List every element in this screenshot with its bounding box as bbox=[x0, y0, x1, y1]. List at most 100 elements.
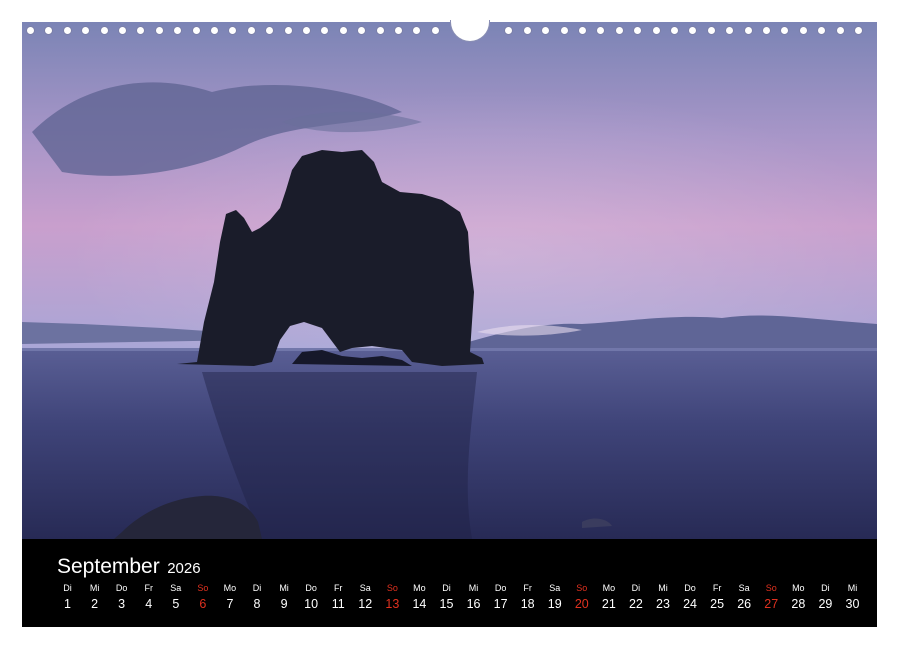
weekday-label: Di bbox=[63, 583, 72, 593]
weekday-label: Mi bbox=[468, 583, 479, 593]
binding-hole bbox=[670, 26, 679, 35]
day-number: 7 bbox=[226, 597, 234, 611]
weekday-label: Do bbox=[305, 583, 317, 593]
binding-hole bbox=[430, 26, 440, 35]
weekday-label: Do bbox=[684, 583, 696, 593]
weekday-label: Fr bbox=[523, 583, 532, 593]
binding-hole bbox=[320, 26, 330, 35]
weekday-label: Do bbox=[494, 583, 507, 593]
day-cell: Do 17 bbox=[487, 581, 514, 613]
day-cell: Do 3 bbox=[108, 581, 135, 613]
calendar-strip: September 2026 Di 1 Mi 2 Do 3 Fr 4 Sa 5 So 6 Mo 7 Di 8 M… bbox=[22, 539, 877, 627]
binding-hole bbox=[191, 26, 201, 35]
day-number: 10 bbox=[304, 597, 319, 611]
day-cell: Fr 25 bbox=[704, 581, 731, 613]
landscape-photo bbox=[22, 22, 877, 539]
spiral-binding bbox=[22, 20, 877, 42]
binding-hole bbox=[614, 26, 624, 35]
binding-hole bbox=[394, 26, 403, 35]
day-number: 11 bbox=[331, 597, 345, 611]
binding-hole bbox=[743, 26, 753, 35]
month-title: September 2026 bbox=[57, 555, 201, 579]
day-number: 5 bbox=[172, 597, 180, 611]
binding-hole bbox=[246, 26, 256, 35]
day-number: 8 bbox=[253, 597, 261, 611]
weekday-label: Sa bbox=[359, 583, 371, 593]
binding-hole bbox=[210, 26, 219, 35]
day-cell: Mi 9 bbox=[271, 581, 298, 613]
day-number: 9 bbox=[280, 597, 288, 611]
day-cell: Di 22 bbox=[622, 581, 649, 613]
weekday-label: Fr bbox=[712, 583, 722, 593]
day-cell: So 13 bbox=[379, 581, 406, 613]
day-cell: Di 8 bbox=[243, 581, 270, 613]
day-number: 21 bbox=[601, 597, 616, 611]
day-number: 19 bbox=[547, 597, 562, 611]
day-cell: Mi 2 bbox=[81, 581, 108, 613]
day-cell: Mi 16 bbox=[460, 581, 487, 613]
binding-hole bbox=[762, 26, 771, 35]
weekday-label: Mi bbox=[279, 583, 289, 593]
day-cell: Mo 21 bbox=[595, 581, 622, 613]
weekday-label: Di bbox=[631, 583, 641, 593]
binding-hole bbox=[375, 26, 385, 35]
binding-hole bbox=[118, 26, 127, 35]
binding-hole bbox=[504, 26, 514, 35]
binding-hole bbox=[633, 26, 643, 35]
binding-hole bbox=[228, 26, 238, 35]
binding-hole bbox=[798, 26, 808, 35]
binding-hole bbox=[338, 26, 348, 35]
weekday-label: Di bbox=[252, 583, 262, 593]
binding-hole bbox=[81, 26, 91, 35]
hanging-notch bbox=[450, 20, 490, 42]
day-number: 27 bbox=[764, 597, 779, 611]
binding-hole bbox=[357, 26, 367, 35]
weekday-label: So bbox=[576, 583, 588, 593]
day-number: 18 bbox=[520, 597, 535, 611]
weekday-label: So bbox=[197, 583, 209, 593]
binding-hole bbox=[817, 26, 827, 35]
day-number: 23 bbox=[656, 597, 670, 611]
binding-hole bbox=[651, 26, 661, 35]
binding-hole bbox=[559, 26, 569, 35]
day-number: 17 bbox=[493, 597, 508, 611]
day-cell: Mo 28 bbox=[785, 581, 812, 613]
day-number: 14 bbox=[412, 597, 427, 611]
day-number: 12 bbox=[358, 597, 373, 611]
day-cell: Sa 5 bbox=[162, 581, 189, 613]
day-number: 16 bbox=[466, 597, 481, 611]
weekday-label: Fr bbox=[333, 583, 343, 593]
weekday-label: Fr bbox=[144, 583, 153, 593]
weekday-label: Mi bbox=[658, 583, 668, 593]
weekday-label: Di bbox=[442, 583, 451, 593]
day-cell: Do 24 bbox=[677, 581, 704, 613]
weekday-label: Sa bbox=[170, 583, 182, 593]
weekday-label: Do bbox=[115, 583, 128, 593]
weekday-label: Mo bbox=[413, 583, 426, 593]
binding-hole bbox=[99, 26, 109, 35]
day-cell: Di 15 bbox=[433, 581, 460, 613]
day-cell: Sa 19 bbox=[541, 581, 568, 613]
day-number: 24 bbox=[683, 597, 698, 611]
binding-hole bbox=[688, 26, 698, 35]
binding-hole bbox=[725, 26, 735, 35]
day-cell: Fr 4 bbox=[135, 581, 162, 613]
day-cell: Mo 7 bbox=[216, 581, 243, 613]
day-number: 25 bbox=[710, 597, 725, 611]
day-cell: Mi 23 bbox=[649, 581, 676, 613]
day-number: 4 bbox=[145, 597, 153, 611]
day-number: 2 bbox=[91, 597, 99, 611]
weekday-label: So bbox=[386, 583, 398, 593]
binding-hole bbox=[412, 26, 422, 35]
binding-hole bbox=[154, 26, 164, 35]
day-number: 22 bbox=[628, 597, 643, 611]
day-cell: Fr 11 bbox=[325, 581, 352, 613]
weekday-label: Sa bbox=[738, 583, 750, 593]
day-cell: So 20 bbox=[568, 581, 595, 613]
weekday-label: Sa bbox=[549, 583, 561, 593]
day-number: 15 bbox=[439, 597, 454, 611]
day-number: 1 bbox=[64, 597, 71, 611]
weekday-label: Mi bbox=[89, 583, 100, 593]
month-name: September bbox=[57, 555, 160, 578]
day-number: 26 bbox=[737, 597, 752, 611]
